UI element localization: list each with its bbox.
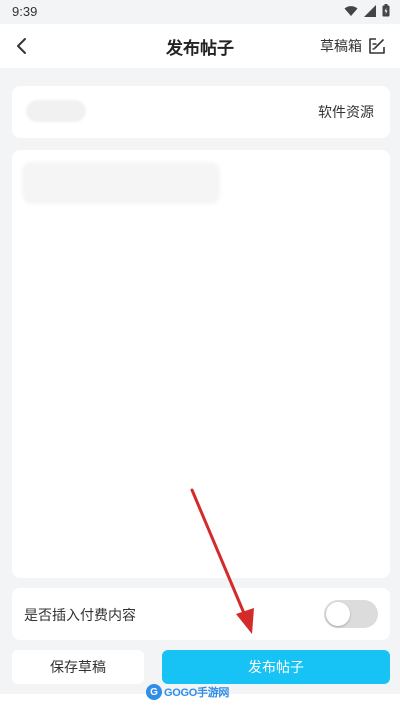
paid-content-label: 是否插入付费内容 [24, 608, 136, 624]
edit-note-icon [369, 38, 385, 54]
status-icons [344, 4, 390, 17]
publish-post-button[interactable]: 发布帖子 [162, 650, 390, 684]
blurred-content-placeholder [22, 162, 220, 204]
watermark-logo: G GOGO手游网 [146, 684, 229, 700]
resource-card: 软件资源 [12, 86, 390, 138]
toggle-knob [326, 602, 350, 626]
drafts-button[interactable]: 草稿箱 [320, 32, 386, 60]
drafts-label: 草稿箱 [320, 39, 362, 55]
wifi-icon [344, 5, 358, 16]
category-selector[interactable]: 软件资源 [318, 102, 374, 122]
save-draft-button[interactable]: 保存草稿 [12, 650, 144, 684]
status-bar: 9:39 [0, 0, 400, 24]
signal-icon [364, 4, 376, 17]
status-time: 9:39 [12, 4, 38, 19]
top-app-bar: 发布帖子 草稿箱 [0, 24, 400, 68]
blurred-title-field[interactable] [26, 100, 86, 122]
watermark-text: GOGO手游网 [164, 687, 230, 699]
paid-content-toggle[interactable] [324, 600, 378, 628]
post-content-editor[interactable] [12, 150, 390, 578]
watermark-emblem: G [146, 684, 162, 700]
paid-content-row: 是否插入付费内容 [12, 588, 390, 640]
battery-icon [382, 4, 390, 17]
